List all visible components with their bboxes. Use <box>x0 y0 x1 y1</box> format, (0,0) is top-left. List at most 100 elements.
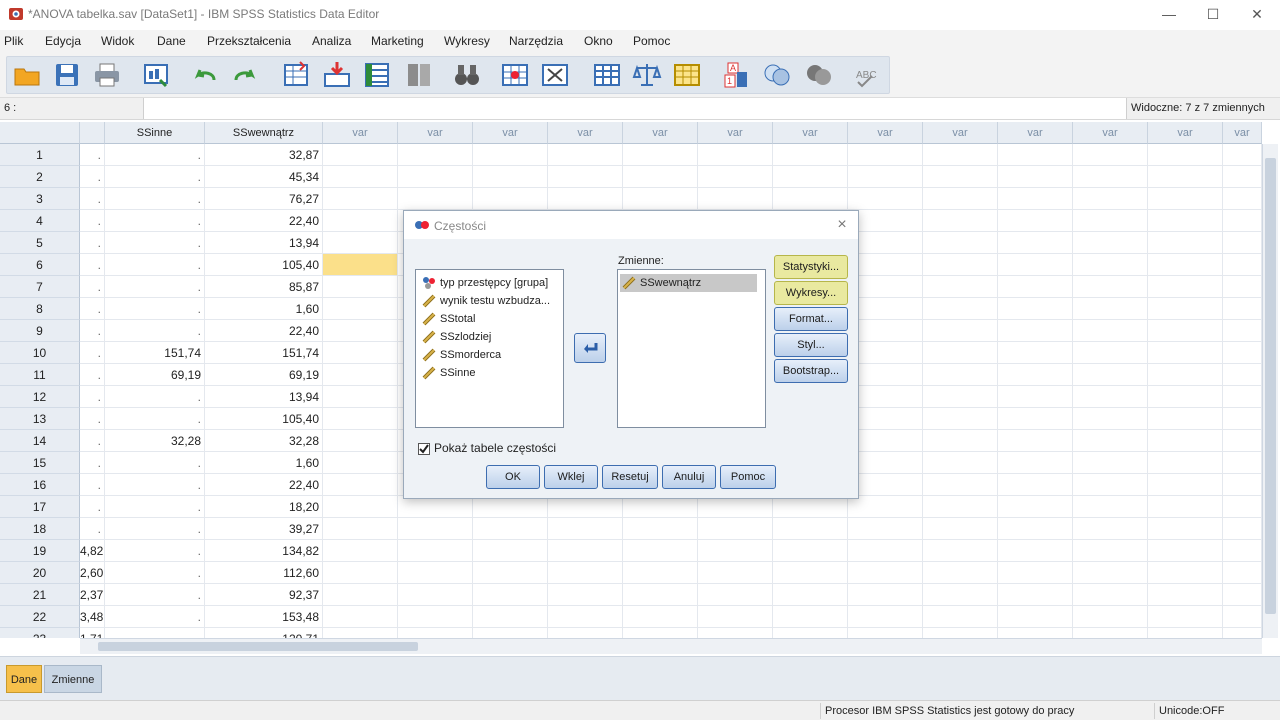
grid-cell-ssinne[interactable]: . <box>105 540 205 562</box>
empty-cell[interactable] <box>773 584 848 606</box>
empty-cell[interactable] <box>548 584 623 606</box>
row-header[interactable]: 11 <box>0 364 80 386</box>
column-header[interactable]: var <box>398 122 473 144</box>
grid-cell-sswew[interactable]: 92,37 <box>205 584 323 606</box>
show-frequency-tables-checkbox[interactable] <box>418 443 430 455</box>
save-icon[interactable] <box>52 60 82 90</box>
empty-cell[interactable] <box>1223 342 1262 364</box>
empty-cell[interactable] <box>548 628 623 638</box>
empty-cell[interactable] <box>698 188 773 210</box>
empty-cell[interactable] <box>1073 144 1148 166</box>
grid-cell-ssinne[interactable]: . <box>105 298 205 320</box>
row-header[interactable]: 21 <box>0 584 80 606</box>
empty-cell[interactable] <box>1223 452 1262 474</box>
grid-cell-sswew[interactable]: 105,40 <box>205 254 323 276</box>
empty-cell[interactable] <box>998 320 1073 342</box>
empty-cell[interactable] <box>548 496 623 518</box>
grid-cell-ssinne[interactable]: 69,19 <box>105 364 205 386</box>
row-header[interactable]: 4 <box>0 210 80 232</box>
empty-cell[interactable] <box>623 518 698 540</box>
empty-cell[interactable] <box>623 188 698 210</box>
column-header[interactable]: var <box>698 122 773 144</box>
empty-cell[interactable] <box>323 210 398 232</box>
empty-cell[interactable] <box>848 364 923 386</box>
empty-cell[interactable] <box>1073 452 1148 474</box>
grid-cell-partial[interactable]: . <box>80 276 105 298</box>
empty-cell[interactable] <box>773 496 848 518</box>
row-header[interactable]: 9 <box>0 320 80 342</box>
empty-cell[interactable] <box>848 386 923 408</box>
empty-cell[interactable] <box>323 364 398 386</box>
help-button[interactable]: Pomoc <box>720 465 776 489</box>
column-header[interactable]: var <box>923 122 998 144</box>
paste-button[interactable]: Wklej <box>544 465 598 489</box>
menu-pomoc[interactable]: Pomoc <box>633 34 670 48</box>
empty-cell[interactable] <box>1073 518 1148 540</box>
grid-cell-ssinne[interactable]: . <box>105 452 205 474</box>
empty-cell[interactable] <box>998 584 1073 606</box>
grid-cell-sswew[interactable]: 32,87 <box>205 144 323 166</box>
empty-cell[interactable] <box>323 562 398 584</box>
empty-cell[interactable] <box>998 474 1073 496</box>
menu-analiza[interactable]: Analiza <box>312 34 351 48</box>
empty-cell[interactable] <box>923 342 998 364</box>
empty-cell[interactable] <box>398 540 473 562</box>
column-header[interactable]: var <box>473 122 548 144</box>
empty-cell[interactable] <box>623 562 698 584</box>
empty-cell[interactable] <box>998 342 1073 364</box>
empty-cell[interactable] <box>1148 430 1223 452</box>
empty-cell[interactable] <box>1148 232 1223 254</box>
close-button[interactable]: ✕ <box>1234 0 1280 28</box>
grid-cell-sswew[interactable]: 120,71 <box>205 628 323 638</box>
empty-cell[interactable] <box>623 628 698 638</box>
variable-list-item[interactable]: SSinne <box>420 364 557 382</box>
row-header[interactable]: 20 <box>0 562 80 584</box>
empty-cell[interactable] <box>323 408 398 430</box>
empty-cell[interactable] <box>1073 342 1148 364</box>
empty-cell[interactable] <box>473 518 548 540</box>
empty-cell[interactable] <box>848 474 923 496</box>
vertical-scrollbar[interactable] <box>1262 144 1278 638</box>
empty-cell[interactable] <box>923 144 998 166</box>
empty-cell[interactable] <box>698 562 773 584</box>
grid-cell-ssinne[interactable]: . <box>105 188 205 210</box>
empty-cell[interactable] <box>998 166 1073 188</box>
empty-cell[interactable] <box>998 232 1073 254</box>
empty-cell[interactable] <box>398 628 473 638</box>
format-button[interactable]: Format... <box>774 307 848 331</box>
dialog-close-icon[interactable]: × <box>832 215 852 235</box>
empty-cell[interactable] <box>1148 276 1223 298</box>
empty-cell[interactable] <box>998 386 1073 408</box>
empty-cell[interactable] <box>398 606 473 628</box>
empty-cell[interactable] <box>473 628 548 638</box>
empty-cell[interactable] <box>323 188 398 210</box>
empty-cell[interactable] <box>998 144 1073 166</box>
empty-cell[interactable] <box>398 188 473 210</box>
empty-cell[interactable] <box>473 496 548 518</box>
empty-cell[interactable] <box>398 562 473 584</box>
empty-cell[interactable] <box>1148 452 1223 474</box>
grid-cell-partial[interactable]: . <box>80 518 105 540</box>
empty-cell[interactable] <box>323 518 398 540</box>
source-variable-list[interactable]: typ przestępcy [grupa] wynik testu wzbudz… <box>415 269 564 428</box>
empty-cell[interactable] <box>398 496 473 518</box>
empty-cell[interactable] <box>998 298 1073 320</box>
empty-cell[interactable] <box>1073 562 1148 584</box>
empty-cell[interactable] <box>473 562 548 584</box>
grid-cell-ssinne[interactable]: . <box>105 276 205 298</box>
empty-cell[interactable] <box>1148 210 1223 232</box>
select-cases-icon[interactable] <box>672 60 702 90</box>
row-header[interactable]: 22 <box>0 606 80 628</box>
grid-cell-partial[interactable]: . <box>80 232 105 254</box>
empty-cell[interactable] <box>1148 364 1223 386</box>
empty-cell[interactable] <box>323 276 398 298</box>
undo-icon[interactable] <box>190 60 220 90</box>
row-header[interactable]: 15 <box>0 452 80 474</box>
empty-cell[interactable] <box>998 364 1073 386</box>
row-header[interactable]: 14 <box>0 430 80 452</box>
empty-cell[interactable] <box>398 518 473 540</box>
split-file-icon[interactable] <box>404 60 434 90</box>
split-file-table-icon[interactable] <box>592 60 622 90</box>
empty-cell[interactable] <box>923 254 998 276</box>
empty-cell[interactable] <box>1073 584 1148 606</box>
